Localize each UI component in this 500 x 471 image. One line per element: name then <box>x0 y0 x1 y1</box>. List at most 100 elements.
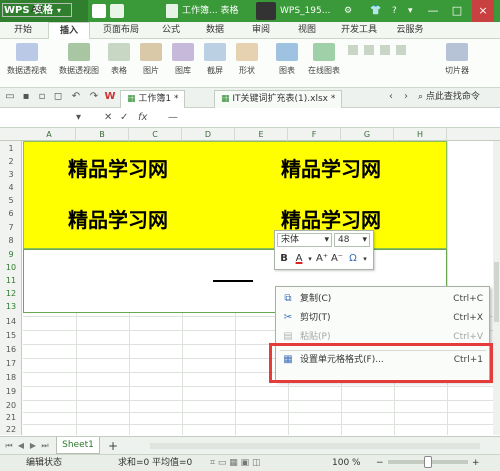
chevron-down-icon[interactable]: ▾ <box>408 4 413 18</box>
save-icon[interactable]: ▪ <box>20 91 32 103</box>
gallery-button[interactable]: 图库 <box>170 43 196 85</box>
chevron-down-icon[interactable]: ▾ <box>76 111 81 125</box>
row-header[interactable]: 14 <box>0 316 22 328</box>
confirm-icon[interactable]: ✓ <box>120 111 128 125</box>
avatar[interactable] <box>256 2 276 20</box>
row-header[interactable]: 5 <box>0 195 22 207</box>
row-header[interactable]: 19 <box>0 386 22 398</box>
row-header[interactable]: 9 <box>0 249 22 261</box>
column-header-h[interactable]: H <box>394 128 447 141</box>
redo-icon[interactable]: ↷ <box>88 91 100 103</box>
row-header[interactable]: 6 <box>0 208 22 220</box>
font-color-button[interactable]: A <box>292 251 306 267</box>
row-header[interactable]: 7 <box>0 222 22 234</box>
picture-button[interactable]: 图片 <box>138 43 164 85</box>
row-header[interactable]: 3 <box>0 169 22 181</box>
row-header[interactable]: 1 <box>0 143 22 155</box>
tab-review[interactable]: 审阅 <box>244 22 278 39</box>
shirt-icon[interactable]: 👕 <box>370 4 381 18</box>
print-icon[interactable]: ▫ <box>36 91 48 103</box>
prev-sheet-icon[interactable]: ◀ <box>16 440 26 452</box>
increase-font-button[interactable]: A⁺ <box>315 251 329 267</box>
row-header[interactable]: 4 <box>0 182 22 194</box>
zoom-out-icon[interactable]: − <box>376 455 384 471</box>
table-button[interactable]: 表格 <box>106 43 132 85</box>
slicer-button[interactable]: 切片器 <box>442 43 472 85</box>
row-header[interactable]: 18 <box>0 372 22 384</box>
column-header-f[interactable]: F <box>288 128 341 141</box>
maximize-button[interactable]: □ <box>446 0 468 22</box>
preview-icon[interactable]: ◻ <box>52 91 64 103</box>
row-header[interactable]: 2 <box>0 156 22 168</box>
shapes-button[interactable]: 形状 <box>234 43 260 85</box>
last-sheet-icon[interactable]: ⏭ <box>40 440 50 452</box>
zoom-level[interactable]: 100 % <box>332 455 361 471</box>
chevron-left-icon[interactable]: ‹ <box>385 91 397 103</box>
bold-button[interactable]: B <box>277 251 291 267</box>
tab-home[interactable]: 开始 <box>0 22 46 39</box>
cell-text[interactable]: 精品学习网 <box>68 207 168 233</box>
tab-page-layout[interactable]: 页面布局 <box>94 22 148 39</box>
tab-view[interactable]: 视图 <box>290 22 324 39</box>
row-header[interactable]: 17 <box>0 358 22 370</box>
column-header-a[interactable]: A <box>23 128 76 141</box>
row-header[interactable]: 16 <box>0 344 22 356</box>
tab-formulas[interactable]: 公式 <box>154 22 188 39</box>
column-header-c[interactable]: C <box>129 128 182 141</box>
scrollbar-thumb[interactable] <box>494 262 499 322</box>
sheet-tab-sheet1[interactable]: Sheet1 <box>56 437 100 454</box>
row-header[interactable]: 15 <box>0 330 22 342</box>
save-icon[interactable] <box>92 4 106 18</box>
row-header[interactable]: 8 <box>0 235 22 247</box>
decrease-font-button[interactable]: A⁻ <box>330 251 344 267</box>
cell-text[interactable]: 精品学习网 <box>68 156 168 182</box>
user-name[interactable]: WPS_195... <box>280 4 330 18</box>
print-icon[interactable] <box>110 4 124 18</box>
menu-item-cut[interactable]: ✂ 剪切(T) Ctrl+X <box>276 308 489 328</box>
special-symbol-button[interactable]: Ω <box>346 251 360 267</box>
chevron-down-icon[interactable]: ▾ <box>360 251 370 267</box>
row-header[interactable]: 13 <box>0 301 22 313</box>
tab-cloud[interactable]: 云服务 <box>388 22 432 39</box>
add-sheet-button[interactable]: + <box>108 440 118 452</box>
close-button[interactable]: × <box>472 0 494 22</box>
tab-developer[interactable]: 开发工具 <box>334 22 384 39</box>
first-sheet-icon[interactable]: ⏮ <box>4 440 14 452</box>
name-box[interactable]: A9 <box>2 3 72 17</box>
row-header[interactable]: 11 <box>0 275 22 287</box>
tab-data[interactable]: 数据 <box>198 22 232 39</box>
help-icon[interactable]: ? <box>392 4 397 18</box>
row-header[interactable]: 20 <box>0 400 22 412</box>
cancel-icon[interactable]: ✕ <box>104 111 112 125</box>
chart-button[interactable]: 图表 <box>274 43 300 85</box>
zoom-slider-handle[interactable] <box>424 456 432 468</box>
tab-insert[interactable]: 插入 <box>48 22 90 39</box>
view-mode-icons[interactable]: ⌗ ▭ ▦ ▣ ◫ <box>210 455 261 471</box>
row-header[interactable]: 21 <box>0 412 22 424</box>
command-search[interactable]: ⌕ 点此查找命令 <box>418 91 480 103</box>
row-header[interactable]: 10 <box>0 262 22 274</box>
column-header-e[interactable]: E <box>235 128 288 141</box>
cell-text[interactable]: 精品学习网 <box>281 156 381 182</box>
column-header-b[interactable]: B <box>76 128 129 141</box>
horizontal-scrollbar[interactable] <box>150 443 480 449</box>
screenshot-button[interactable]: 截屏 <box>202 43 228 85</box>
chevron-down-icon[interactable]: ▾ <box>306 251 314 267</box>
font-size-select[interactable]: 48 ▾ <box>334 233 370 247</box>
formula-input[interactable]: — <box>168 111 178 125</box>
pivot-chart-button[interactable]: 数据透视图 <box>54 43 104 85</box>
minimize-button[interactable]: — <box>422 0 444 22</box>
font-family-select[interactable]: 宋体 ▾ <box>277 233 332 247</box>
online-chart-button[interactable]: 在线图表 <box>304 43 344 85</box>
chevron-right-icon[interactable]: › <box>400 91 412 103</box>
row-header[interactable]: 22 <box>0 424 22 436</box>
tab-it-keywords[interactable]: ▦ IT关键词扩充表(1).xlsx * <box>214 90 343 108</box>
next-sheet-icon[interactable]: ▶ <box>28 440 38 452</box>
tab-workbook1[interactable]: ▦ 工作簿1 * <box>120 90 186 108</box>
row-header[interactable]: 12 <box>0 288 22 300</box>
column-header-g[interactable]: G <box>341 128 394 141</box>
column-header-d[interactable]: D <box>182 128 235 141</box>
undo-icon[interactable]: ↶ <box>70 91 82 103</box>
pivot-table-button[interactable]: 数据透视表 <box>2 43 52 85</box>
zoom-in-icon[interactable]: + <box>472 455 480 471</box>
